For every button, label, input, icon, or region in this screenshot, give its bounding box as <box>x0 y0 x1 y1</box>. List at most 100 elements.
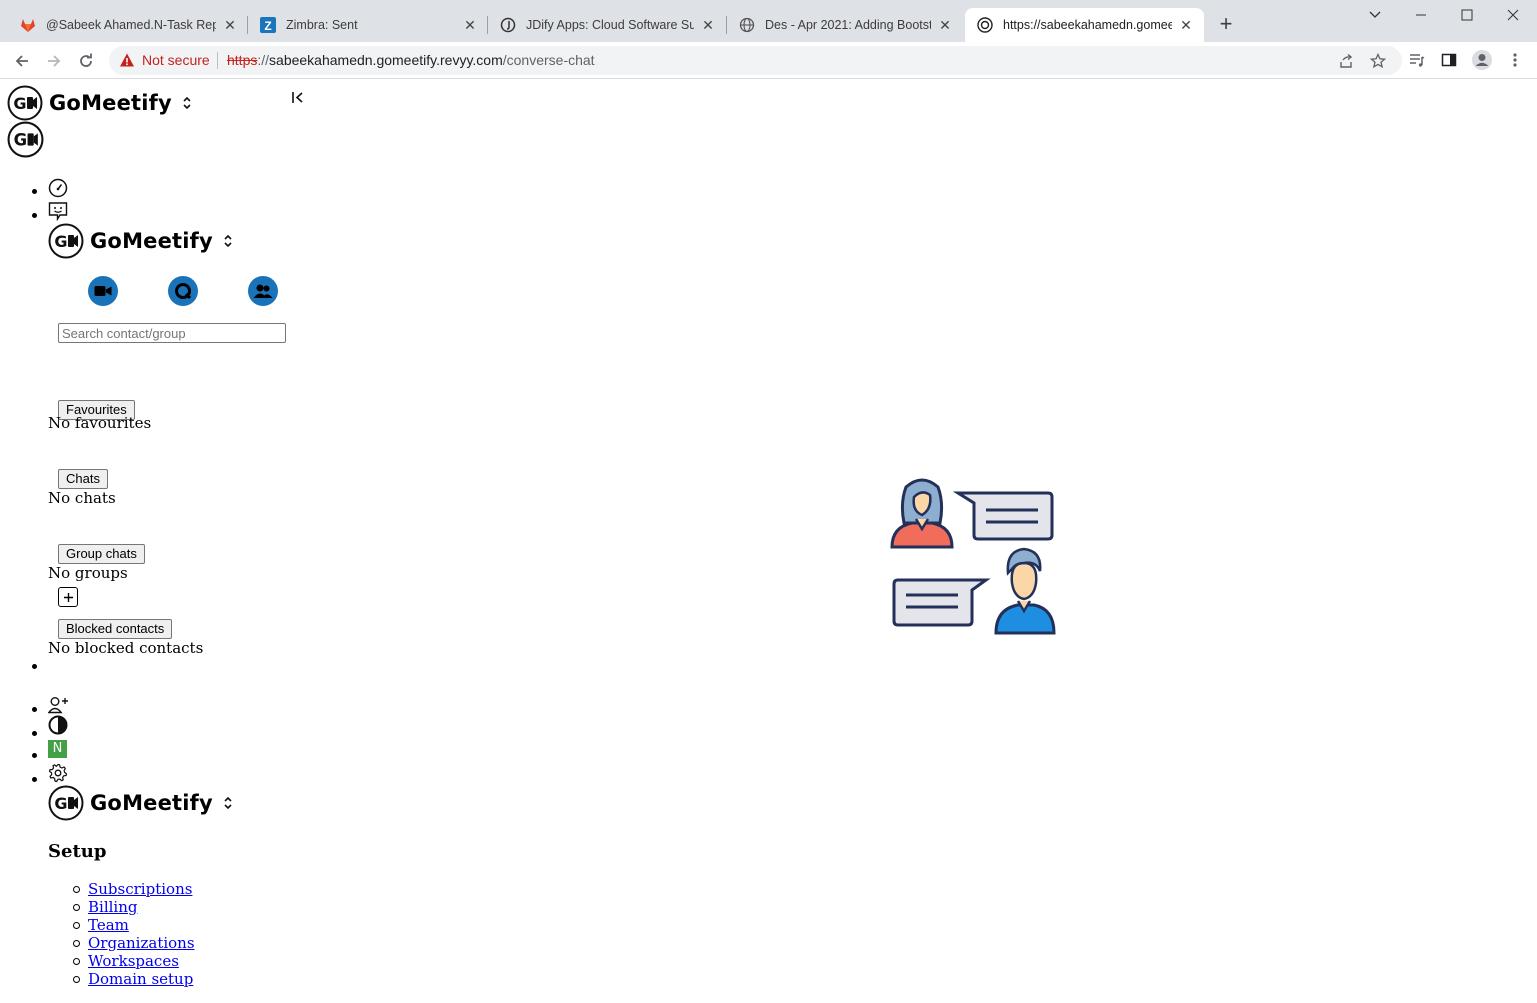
chat-illustration <box>890 478 1056 635</box>
close-icon <box>1507 9 1519 21</box>
tab-bootstrap[interactable]: Des - Apr 2021: Adding Bootstrap ✕ <box>727 8 963 42</box>
jdify-icon <box>500 17 516 33</box>
gomeetify-logo-icon[interactable]: G <box>7 121 44 158</box>
chevron-updown-icon <box>224 234 232 248</box>
setup-list-item: Team <box>73 916 195 934</box>
security-label[interactable]: Not secure <box>142 52 210 68</box>
chat-smile-icon <box>48 202 68 222</box>
tab-gitlab[interactable]: @Sabeek Ahamed.N-Task Report ✕ <box>8 8 248 42</box>
close-tab-icon[interactable]: ✕ <box>222 17 238 33</box>
blocked-empty-text: No blocked contacts <box>48 639 204 657</box>
address-bar[interactable]: Not secure https://sabeekahamedn.gomeeti… <box>109 46 1402 75</box>
arrow-left-icon <box>15 55 28 67</box>
tab-title: Zimbra: Sent <box>286 18 358 32</box>
list-bullet <box>32 213 37 218</box>
list-bullet <box>32 664 37 669</box>
chevron-updown-icon <box>183 96 191 110</box>
reload-icon <box>80 53 92 67</box>
maximize-icon <box>1461 9 1473 21</box>
warning-icon <box>120 53 134 67</box>
tab-gomeetify[interactable]: https://sabeekahamedn.gomeetify ✕ <box>965 8 1204 42</box>
settings-button[interactable] <box>48 763 68 783</box>
brand-header[interactable]: G GoMeetify <box>7 85 192 121</box>
collapse-sidebar-button[interactable] <box>290 90 306 106</box>
favourites-empty-text: No favourites <box>48 414 152 432</box>
close-tab-icon[interactable]: ✕ <box>462 17 478 33</box>
chats-toggle-button[interactable]: Chats <box>58 469 108 489</box>
speedometer-icon <box>48 178 68 198</box>
list-bullet <box>32 753 37 758</box>
bookmark-button[interactable] <box>1366 49 1390 73</box>
forward-button[interactable] <box>40 47 68 75</box>
gomeetify-logo-icon: G <box>48 223 84 259</box>
domain-setup-link[interactable]: Domain setup <box>88 970 193 988</box>
close-tab-icon[interactable]: ✕ <box>937 17 953 33</box>
add-group-button[interactable] <box>58 587 78 607</box>
man-avatar-illustration <box>994 547 1056 635</box>
workspaces-link[interactable]: Workspaces <box>88 952 179 970</box>
gomeetify-logo-icon: G <box>7 85 43 121</box>
profile-avatar-icon <box>1472 50 1492 70</box>
close-tab-icon[interactable]: ✕ <box>1178 17 1194 33</box>
reading-list-button[interactable] <box>1405 48 1429 72</box>
start-video-call-button[interactable] <box>88 276 118 306</box>
users-icon <box>253 284 273 298</box>
url-text[interactable]: https://sabeekahamedn.gomeetify.revyy.co… <box>227 52 595 68</box>
nav-chat[interactable] <box>48 201 68 222</box>
tab-search-button[interactable] <box>1352 0 1398 30</box>
chat-panel-brand[interactable]: G GoMeetify <box>48 223 233 259</box>
gitlab-icon <box>20 17 36 33</box>
new-tab-button[interactable]: + <box>1214 12 1238 36</box>
group-chats-toggle-button[interactable]: Group chats <box>58 544 145 564</box>
speech-bubble-left <box>892 578 991 627</box>
side-panel-button[interactable] <box>1437 48 1461 72</box>
omnibox-divider <box>217 52 218 69</box>
tab-title: JDify Apps: Cloud Software Suite <box>526 18 694 32</box>
new-group-button[interactable] <box>248 276 278 306</box>
theme-toggle-button[interactable] <box>48 715 68 735</box>
list-bullet <box>32 189 37 194</box>
profile-button[interactable] <box>1470 48 1494 72</box>
close-window-button[interactable] <box>1490 0 1536 30</box>
nav-dashboard[interactable] <box>48 178 68 198</box>
subscriptions-link[interactable]: Subscriptions <box>88 880 192 898</box>
team-link[interactable]: Team <box>88 916 129 934</box>
woman-avatar-illustration <box>890 478 954 549</box>
notifications-badge[interactable]: N <box>48 740 67 758</box>
reload-button[interactable] <box>72 47 100 75</box>
minimize-button[interactable] <box>1398 0 1444 30</box>
back-button[interactable] <box>8 47 36 75</box>
url-separator: :// <box>257 52 270 68</box>
globe-icon <box>739 17 755 33</box>
add-contact-button[interactable] <box>47 696 70 714</box>
minimize-icon <box>1416 14 1426 16</box>
tab-zimbra[interactable]: Z Zimbra: Sent ✕ <box>248 8 488 42</box>
list-bullet <box>32 777 37 782</box>
arrow-right-icon <box>48 55 61 67</box>
svg-text:Z: Z <box>264 19 271 33</box>
billing-link[interactable]: Billing <box>88 898 137 916</box>
tab-jdify[interactable]: JDify Apps: Cloud Software Suite ✕ <box>488 8 726 42</box>
search-contact-input[interactable] <box>58 323 286 343</box>
gomeetify-logo-icon: G <box>48 785 84 821</box>
organizations-link[interactable]: Organizations <box>88 934 195 952</box>
setup-list-item: Subscriptions <box>73 880 195 898</box>
gomeetify-icon <box>977 17 993 33</box>
blocked-contacts-toggle-button[interactable]: Blocked contacts <box>58 619 173 639</box>
kebab-menu-icon <box>1513 53 1517 67</box>
url-host: sabeekahamedn.gomeetify.revyy.com <box>269 52 503 68</box>
setup-brand[interactable]: G GoMeetify <box>48 785 233 821</box>
maximize-button[interactable] <box>1444 0 1490 30</box>
chat-bubble-icon <box>175 283 192 300</box>
setup-list-item: Organizations <box>73 934 195 952</box>
share-button[interactable] <box>1334 49 1358 73</box>
browser-menu-button[interactable] <box>1503 48 1527 72</box>
page-content: G GoMeetify G G GoMeetify Favourites No … <box>0 80 1537 1003</box>
close-tab-icon[interactable]: ✕ <box>700 17 716 33</box>
new-chat-button[interactable] <box>168 276 198 306</box>
svg-text:G: G <box>54 232 67 251</box>
tab-title: Des - Apr 2021: Adding Bootstrap <box>765 18 931 32</box>
chats-empty-text: No chats <box>48 489 116 507</box>
star-icon <box>1370 53 1386 69</box>
groups-empty-text: No groups <box>48 564 128 582</box>
